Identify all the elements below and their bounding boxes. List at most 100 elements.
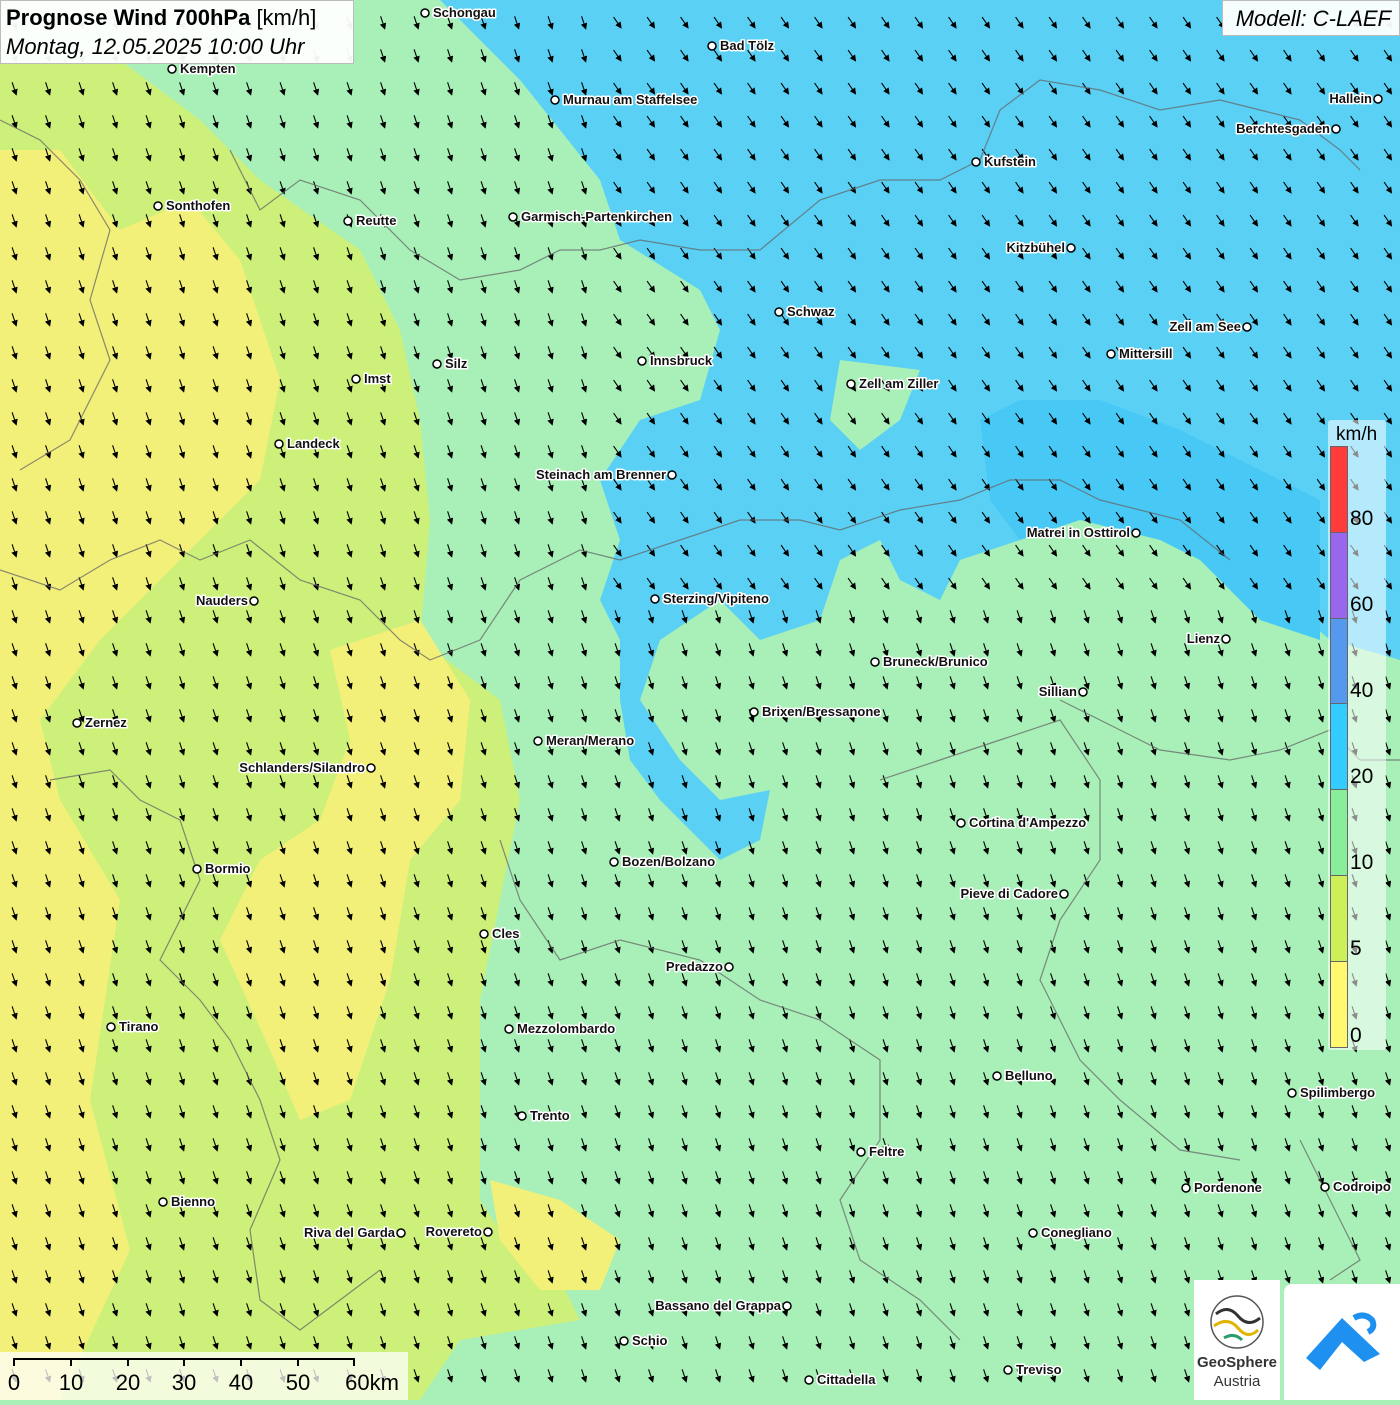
city-marker[interactable]: Schlanders/Silandro <box>238 759 376 777</box>
city-dot <box>992 1071 1002 1081</box>
city-label: Bormio <box>205 861 251 876</box>
city-marker[interactable]: Mezzolombardo <box>504 1020 617 1038</box>
city-dot <box>1221 634 1231 644</box>
city-dot <box>508 212 518 222</box>
city-label: Trento <box>530 1108 570 1123</box>
city-marker[interactable]: Matrei in Osttirol <box>1025 524 1141 542</box>
city-label: Imst <box>364 371 391 386</box>
city-marker[interactable]: Innsbruck <box>637 352 714 370</box>
geosphere-logo[interactable]: GeoSphere Austria <box>1194 1280 1280 1400</box>
city-dot <box>707 41 717 51</box>
legend-segment <box>1331 447 1347 533</box>
city-marker[interactable]: Berchtesgaden <box>1235 120 1341 138</box>
city-dot <box>804 1375 814 1385</box>
scale-tick <box>13 1358 15 1366</box>
city-dot <box>420 8 430 18</box>
city-dot <box>479 929 489 939</box>
city-marker[interactable]: Kitzbühel <box>1005 239 1076 257</box>
legend-label: 5 <box>1350 937 1362 960</box>
city-marker[interactable]: Conegliano <box>1028 1224 1113 1242</box>
legend-label: 80 <box>1350 507 1374 530</box>
city-marker[interactable]: Pordenone <box>1181 1179 1263 1197</box>
geosphere-logo-line1: GeoSphere <box>1196 1354 1278 1371</box>
city-dot <box>343 216 353 226</box>
legend-label: 60 <box>1350 593 1374 616</box>
city-label: Bienno <box>171 1194 215 1209</box>
city-marker[interactable]: Zell am See <box>1168 318 1252 336</box>
legend-segment <box>1331 618 1347 705</box>
city-dot <box>749 707 759 717</box>
city-label: Treviso <box>1016 1362 1062 1377</box>
city-dot <box>650 594 660 604</box>
scale-label: 40 <box>228 1370 254 1395</box>
city-label: Bad Tölz <box>720 38 775 53</box>
city-label: Bassano del Grappa <box>655 1298 781 1313</box>
city-marker[interactable]: Predazzo <box>664 958 734 976</box>
scale-tick <box>127 1358 129 1366</box>
city-label: Reutte <box>356 213 396 228</box>
city-marker[interactable]: Sterzing/Vipiteno <box>650 590 770 608</box>
city-dot <box>192 864 202 874</box>
scale-label: 60km <box>345 1370 399 1395</box>
city-label: Zell am Ziller <box>859 376 938 391</box>
city-dot <box>432 359 442 369</box>
scale-tick <box>353 1358 355 1366</box>
city-dot <box>1373 94 1383 104</box>
city-dot <box>1320 1182 1330 1192</box>
city-dot <box>774 307 784 317</box>
city-marker[interactable]: Brixen/Bressanone <box>749 703 882 721</box>
city-label: Spilimbergo <box>1300 1085 1375 1100</box>
city-dot <box>846 379 856 389</box>
city-label: Schongau <box>433 5 496 20</box>
city-label: Schio <box>632 1333 667 1348</box>
city-marker[interactable]: Zell am Ziller <box>846 375 940 393</box>
city-dot <box>971 157 981 167</box>
city-marker[interactable]: Steinach am Brenner <box>534 466 677 484</box>
city-label: Cles <box>492 926 519 941</box>
city-label: Zell am See <box>1169 319 1241 334</box>
city-marker[interactable]: Sonthofen <box>153 197 232 215</box>
city-dot <box>1331 124 1341 134</box>
city-marker[interactable]: Murnau am Staffelsee <box>550 91 699 109</box>
legend-segment <box>1331 532 1347 619</box>
city-dot <box>1181 1183 1191 1193</box>
city-marker[interactable]: Bruneck/Brunico <box>870 653 989 671</box>
city-dot <box>782 1301 792 1311</box>
city-marker[interactable]: Bozen/Bolzano <box>609 853 717 871</box>
city-marker[interactable]: Garmisch-Partenkirchen <box>508 208 674 226</box>
city-dot <box>1078 687 1088 697</box>
city-label: Kufstein <box>984 154 1036 169</box>
city-dot <box>483 1227 493 1237</box>
wind-map[interactable]: SchongauBad TölzKemptenMurnau am Staffel… <box>0 0 1400 1400</box>
city-label: Innsbruck <box>650 353 713 368</box>
map-title: Prognose Wind 700hPa [km/h] <box>6 5 316 31</box>
city-dot <box>72 718 82 728</box>
scale-label: 30 <box>171 1370 197 1395</box>
weather-app-logo[interactable] <box>1284 1284 1400 1400</box>
city-dot <box>153 201 163 211</box>
city-dot <box>504 1024 514 1034</box>
city-dot <box>1066 243 1076 253</box>
geosphere-emblem-icon <box>1210 1295 1264 1349</box>
city-marker[interactable]: Schongau <box>420 4 497 22</box>
city-marker[interactable]: Spilimbergo <box>1287 1084 1377 1102</box>
city-label: Cortina d'Ampezzo <box>969 815 1086 830</box>
city-dot <box>667 470 677 480</box>
legend-segment <box>1331 790 1347 876</box>
city-dot <box>609 857 619 867</box>
legend-label: 20 <box>1350 765 1374 788</box>
legend-label: 40 <box>1350 679 1374 702</box>
city-marker[interactable]: Riva del Garda <box>302 1224 406 1242</box>
city-label: Schwaz <box>787 304 835 319</box>
city-dot <box>366 763 376 773</box>
legend-colorbar <box>1330 446 1348 1048</box>
city-marker[interactable]: Cortina d'Ampezzo <box>956 814 1088 832</box>
city-marker[interactable]: Pieve di Cadore <box>959 885 1069 903</box>
forecast-datetime: Montag, 12.05.2025 10:00 Uhr <box>6 34 305 59</box>
city-marker[interactable]: Meran/Merano <box>533 732 636 750</box>
legend-label: 0 <box>1350 1024 1362 1047</box>
legend-label: 10 <box>1350 851 1374 874</box>
city-dot <box>870 657 880 667</box>
city-dot <box>1028 1228 1038 1238</box>
city-marker[interactable]: Bassano del Grappa <box>654 1297 792 1315</box>
